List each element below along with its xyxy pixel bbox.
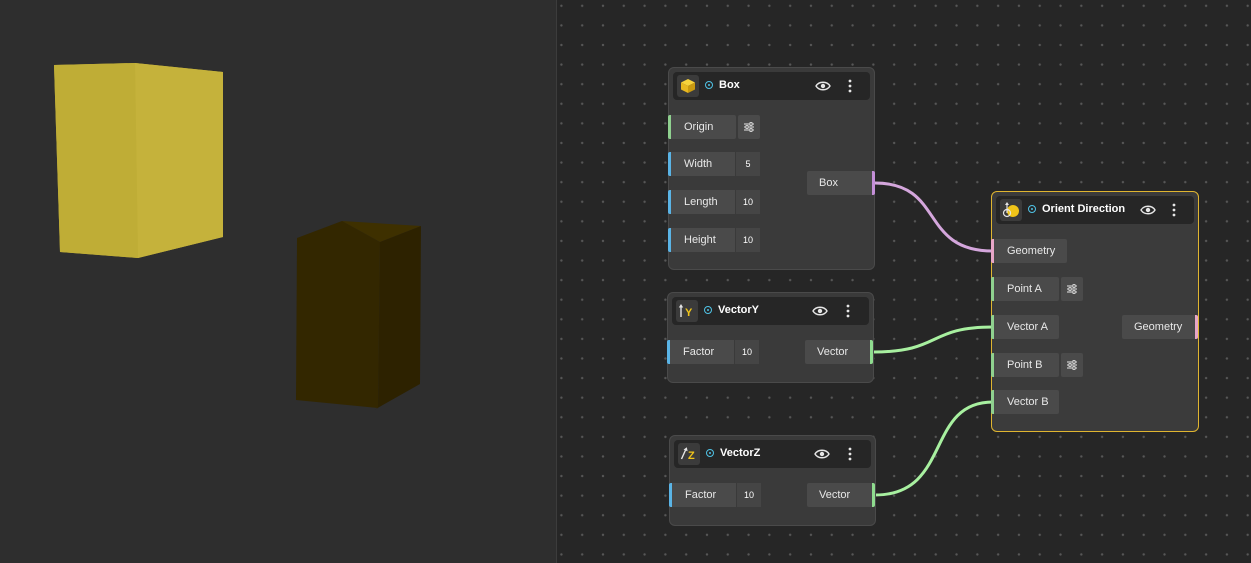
- yellow-box-mesh: [54, 63, 223, 258]
- wire-vectory-to-vector-a: [872, 325, 994, 354]
- output-port-geometry[interactable]: Geometry: [1122, 315, 1198, 339]
- svg-text:Z: Z: [688, 450, 695, 462]
- eye-icon[interactable]: [814, 447, 830, 461]
- node-title: Orient Direction: [1042, 203, 1126, 215]
- status-dot-icon: [704, 306, 712, 314]
- sliders-icon: [1067, 360, 1077, 370]
- factor-value-field[interactable]: 10: [736, 483, 761, 507]
- vectory-node-header[interactable]: Y VectorY: [672, 297, 869, 325]
- point-a-settings-button[interactable]: [1061, 277, 1083, 301]
- cube-icon: [677, 75, 699, 97]
- dark-box-mesh: [296, 221, 421, 410]
- port-label: Geometry: [1007, 245, 1056, 257]
- wire-box-to-geometry: [874, 181, 994, 253]
- vectorz-node[interactable]: Z VectorZ Factor 10 Vector: [669, 435, 876, 526]
- port-label: Point B: [1007, 359, 1043, 371]
- port-label: Vector B: [1007, 396, 1049, 408]
- svg-text:Y: Y: [685, 307, 693, 319]
- port-label: Height: [684, 234, 716, 246]
- box-node-header[interactable]: Box: [673, 72, 870, 100]
- more-options-icon[interactable]: [843, 303, 853, 319]
- vectorz-node-header[interactable]: Z VectorZ: [674, 440, 871, 468]
- output-port-vector[interactable]: Vector: [807, 483, 875, 507]
- input-port-width[interactable]: Width 5: [668, 152, 760, 176]
- node-title: VectorZ: [720, 447, 761, 459]
- input-port-vector-b[interactable]: Vector B: [991, 390, 1059, 414]
- point-b-settings-button[interactable]: [1061, 353, 1083, 377]
- node-graph-canvas[interactable]: Box Origin Width 5 Length 10 Height 10 B…: [557, 0, 1251, 563]
- input-port-factor[interactable]: Factor 10: [667, 340, 759, 364]
- more-options-icon[interactable]: [1169, 202, 1179, 218]
- input-port-factor[interactable]: Factor 10: [669, 483, 761, 507]
- orient-icon: [1000, 199, 1022, 221]
- port-label: Geometry: [1134, 321, 1183, 333]
- port-label: Width: [684, 158, 713, 170]
- node-title: VectorY: [718, 304, 759, 316]
- port-label: Box: [819, 177, 838, 189]
- z-axis-arrow-icon: Z: [678, 443, 700, 465]
- status-dot-icon: [1028, 205, 1036, 213]
- output-port-vector[interactable]: Vector: [805, 340, 873, 364]
- port-label: Vector: [819, 489, 851, 501]
- port-label: Length: [684, 196, 718, 208]
- output-port-box[interactable]: Box: [807, 171, 875, 195]
- sliders-icon: [1067, 284, 1077, 294]
- box-node[interactable]: Box Origin Width 5 Length 10 Height 10 B…: [668, 67, 875, 270]
- length-value-field[interactable]: 10: [735, 190, 760, 214]
- eye-icon[interactable]: [1140, 203, 1156, 217]
- eye-icon[interactable]: [815, 79, 831, 93]
- input-port-origin[interactable]: Origin: [668, 115, 736, 139]
- port-label: Origin: [684, 121, 714, 133]
- port-label: Vector: [817, 346, 849, 358]
- 3d-viewport[interactable]: [0, 0, 557, 563]
- more-options-icon[interactable]: [845, 78, 855, 94]
- input-port-geometry[interactable]: Geometry: [991, 239, 1067, 263]
- input-port-point-a[interactable]: Point A: [991, 277, 1059, 301]
- sliders-icon: [744, 122, 754, 132]
- port-label: Factor: [683, 346, 715, 358]
- input-port-point-b[interactable]: Point B: [991, 353, 1059, 377]
- port-label: Factor: [685, 489, 717, 501]
- wire-vectorz-to-vector-b: [874, 400, 994, 497]
- port-label: Point A: [1007, 283, 1042, 295]
- input-port-length[interactable]: Length 10: [668, 190, 760, 214]
- input-port-height[interactable]: Height 10: [668, 228, 760, 252]
- status-dot-icon: [705, 81, 713, 89]
- factor-value-field[interactable]: 10: [734, 340, 759, 364]
- y-axis-arrow-icon: Y: [676, 300, 698, 322]
- origin-settings-button[interactable]: [738, 115, 760, 139]
- node-title: Box: [719, 79, 740, 91]
- eye-icon[interactable]: [812, 304, 828, 318]
- width-value-field[interactable]: 5: [735, 152, 760, 176]
- input-port-vector-a[interactable]: Vector A: [991, 315, 1059, 339]
- port-label: Vector A: [1007, 321, 1048, 333]
- orient-direction-node-header[interactable]: Orient Direction: [996, 196, 1194, 224]
- more-options-icon[interactable]: [845, 446, 855, 462]
- vectory-node[interactable]: Y VectorY Factor 10 Vector: [667, 292, 874, 383]
- scene-canvas: [54, 63, 421, 410]
- orient-direction-node[interactable]: Orient Direction Geometry Point A Vector…: [991, 191, 1199, 432]
- status-dot-icon: [706, 449, 714, 457]
- height-value-field[interactable]: 10: [735, 228, 760, 252]
